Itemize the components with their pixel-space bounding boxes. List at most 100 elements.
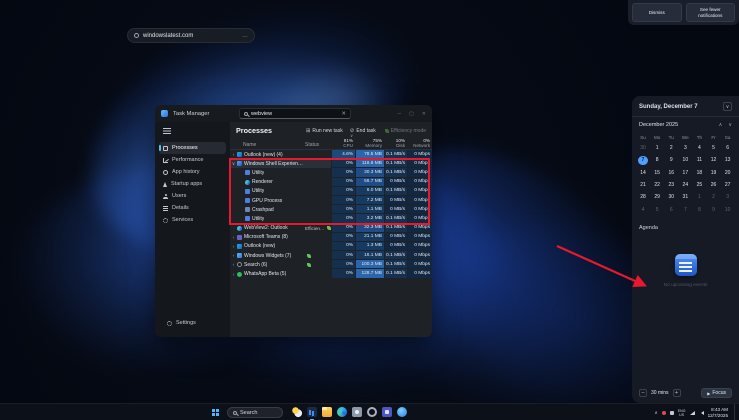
expander-icon[interactable]: › xyxy=(230,262,237,267)
process-row[interactable]: ›Outlook (new)0%1.3 MB0 MB/s0 Mbps xyxy=(230,242,432,251)
disk-column-header[interactable]: 10% Disk xyxy=(384,138,407,148)
dismiss-button[interactable]: Dismiss xyxy=(632,3,682,22)
calendar-day[interactable]: 24 xyxy=(678,179,692,191)
minimize-icon[interactable]: ─ xyxy=(398,111,402,117)
memory-column-header[interactable]: 75% Memory xyxy=(355,138,384,148)
sidebar-item-users[interactable]: Users xyxy=(159,190,226,202)
clear-search-icon[interactable]: ✕ xyxy=(341,111,346,117)
calendar-day[interactable]: 7 xyxy=(678,203,692,215)
calendar-day[interactable]: 23 xyxy=(664,179,678,191)
efficiency-mode-button[interactable]: Efficiency mode xyxy=(383,128,426,134)
process-row[interactable]: ›Windows Widgets (7)0%16.1 MB0.1 MB/s0 M… xyxy=(230,251,432,260)
sidebar-item-performance[interactable]: Performance xyxy=(159,154,226,166)
more-options-icon[interactable]: … xyxy=(242,33,248,39)
calendar-day[interactable]: 11 xyxy=(692,154,706,166)
expander-icon[interactable]: › xyxy=(230,152,237,157)
calendar-day[interactable]: 30 xyxy=(636,142,650,154)
sidebar-item-services[interactable]: Services xyxy=(159,214,226,226)
calendar-day[interactable]: 14 xyxy=(636,167,650,179)
calendar-day[interactable]: 31 xyxy=(678,191,692,203)
calendar-day[interactable]: 19 xyxy=(706,167,720,179)
calendar-day[interactable]: 2 xyxy=(664,142,678,154)
expander-icon[interactable]: › xyxy=(230,244,237,249)
calendar-day[interactable]: 30 xyxy=(664,191,678,203)
address-pill[interactable]: windowslatest.com … xyxy=(127,28,255,43)
calendar-day[interactable]: 3 xyxy=(721,191,735,203)
process-row[interactable]: WebView2: OutlookEfficiency…0%32.3 MB0.1… xyxy=(230,224,432,233)
language-indicator[interactable]: ENG US xyxy=(678,409,686,417)
calendar-day[interactable]: 10 xyxy=(678,154,692,166)
calendar-day[interactable]: 15 xyxy=(650,167,664,179)
calendar-day[interactable]: 27 xyxy=(721,179,735,191)
tray-app-icon[interactable] xyxy=(670,411,674,415)
settings-icon[interactable] xyxy=(367,407,377,417)
decrease-duration-button[interactable]: – xyxy=(639,389,647,397)
teams-icon[interactable] xyxy=(382,407,392,417)
process-row[interactable]: Crashpad0%1.1 MB0 MB/s0 Mbps xyxy=(230,205,432,214)
calendar-day[interactable]: 29 xyxy=(650,191,664,203)
sidebar-item-app-history[interactable]: App history xyxy=(159,166,226,178)
expander-icon[interactable]: ∨ xyxy=(230,161,237,167)
tray-status-icon[interactable] xyxy=(662,411,666,415)
hamburger-menu-icon[interactable] xyxy=(163,128,171,134)
sidebar-item-settings[interactable]: Settings xyxy=(163,317,222,329)
close-icon[interactable]: ✕ xyxy=(422,111,426,117)
calendar-day[interactable]: 9 xyxy=(706,203,720,215)
process-row[interactable]: ›Microsoft Teams (8)0%21.1 MB0 MB/s0 Mbp… xyxy=(230,233,432,242)
network-icon[interactable] xyxy=(690,411,695,415)
show-desktop-button[interactable] xyxy=(734,404,736,420)
photos-icon[interactable] xyxy=(352,407,362,417)
title-bar[interactable]: Task Manager webview ✕ ─ ▢ ✕ xyxy=(155,105,432,122)
expander-icon[interactable]: › xyxy=(230,253,237,258)
process-row[interactable]: GPU Process0%7.2 MB0 MB/s0 Mbps xyxy=(230,196,432,205)
end-task-button[interactable]: ⊘ End task xyxy=(350,128,376,134)
calendar-day[interactable]: 5 xyxy=(650,203,664,215)
process-row[interactable]: ∨Windows Shell Experience Hos...0%116.6 … xyxy=(230,159,432,168)
network-column-header[interactable]: 0% Network xyxy=(407,138,432,148)
process-row[interactable]: ›Search (6)0%100.3 MB0.1 MB/s0 Mbps xyxy=(230,260,432,269)
calendar-day[interactable]: 28 xyxy=(636,191,650,203)
focus-button[interactable]: ▶ Focus xyxy=(701,388,732,398)
expander-icon[interactable]: › xyxy=(230,272,237,277)
process-row[interactable]: Renderer0%56.7 MB0 MB/s0 Mbps xyxy=(230,178,432,187)
calendar-day[interactable]: 13 xyxy=(721,154,735,166)
sidebar-item-startup-apps[interactable]: Startup apps xyxy=(159,178,226,190)
calendar-day[interactable]: 10 xyxy=(721,203,735,215)
start-button[interactable] xyxy=(212,409,219,416)
calendar-day[interactable]: 9 xyxy=(664,154,678,166)
next-month-icon[interactable]: ∨ xyxy=(728,122,732,128)
run-new-task-button[interactable]: ⊞ Run new task xyxy=(306,128,343,134)
calendar-day[interactable]: 17 xyxy=(678,167,692,179)
calendar-day[interactable]: 6 xyxy=(664,203,678,215)
sidebar-item-processes[interactable]: Processes xyxy=(159,142,226,154)
calendar-day[interactable]: 1 xyxy=(692,191,706,203)
volume-icon[interactable] xyxy=(699,411,704,415)
cpu-column-header[interactable]: ∨ 81% CPU xyxy=(331,134,355,148)
table-header[interactable]: Name Status ∨ 81% CPU 75% Memory 10% Dis… xyxy=(230,139,432,150)
weather-icon[interactable] xyxy=(292,407,302,417)
calendar-day[interactable]: 4 xyxy=(692,142,706,154)
increase-duration-button[interactable]: + xyxy=(673,389,681,397)
hidden-icons-chevron[interactable]: ∧ xyxy=(654,410,657,416)
status-column-header[interactable]: Status xyxy=(305,142,331,148)
calendar-day[interactable]: 12 xyxy=(706,154,720,166)
process-row[interactable]: Utility0%6.0 MB0.1 MB/s0 Mbps xyxy=(230,187,432,196)
calendar-day[interactable]: 18 xyxy=(692,167,706,179)
search-input[interactable]: webview ✕ xyxy=(239,108,351,119)
calendar-day[interactable]: 4 xyxy=(636,203,650,215)
previous-month-icon[interactable]: ∧ xyxy=(719,122,723,128)
calendar-day[interactable]: 3 xyxy=(678,142,692,154)
calendar-day[interactable]: 16 xyxy=(664,167,678,179)
calendar-day[interactable]: 5 xyxy=(706,142,720,154)
calendar-day-selected[interactable]: 7 xyxy=(636,154,650,166)
task-manager-icon[interactable] xyxy=(307,407,317,417)
see-fewer-notifications-button[interactable]: See fewer notifications xyxy=(686,3,736,22)
process-row[interactable]: ›WhatsApp Beta (5)0%128.7 MB0.1 MB/s0 Mb… xyxy=(230,269,432,278)
file-explorer-icon[interactable] xyxy=(322,407,332,417)
store-icon[interactable] xyxy=(397,407,407,417)
taskbar-search[interactable]: Search xyxy=(227,407,283,418)
calendar-day[interactable]: 1 xyxy=(650,142,664,154)
calendar-day[interactable]: 2 xyxy=(706,191,720,203)
window-controls[interactable]: ─ ▢ ✕ xyxy=(398,105,426,122)
maximize-icon[interactable]: ▢ xyxy=(409,111,414,117)
